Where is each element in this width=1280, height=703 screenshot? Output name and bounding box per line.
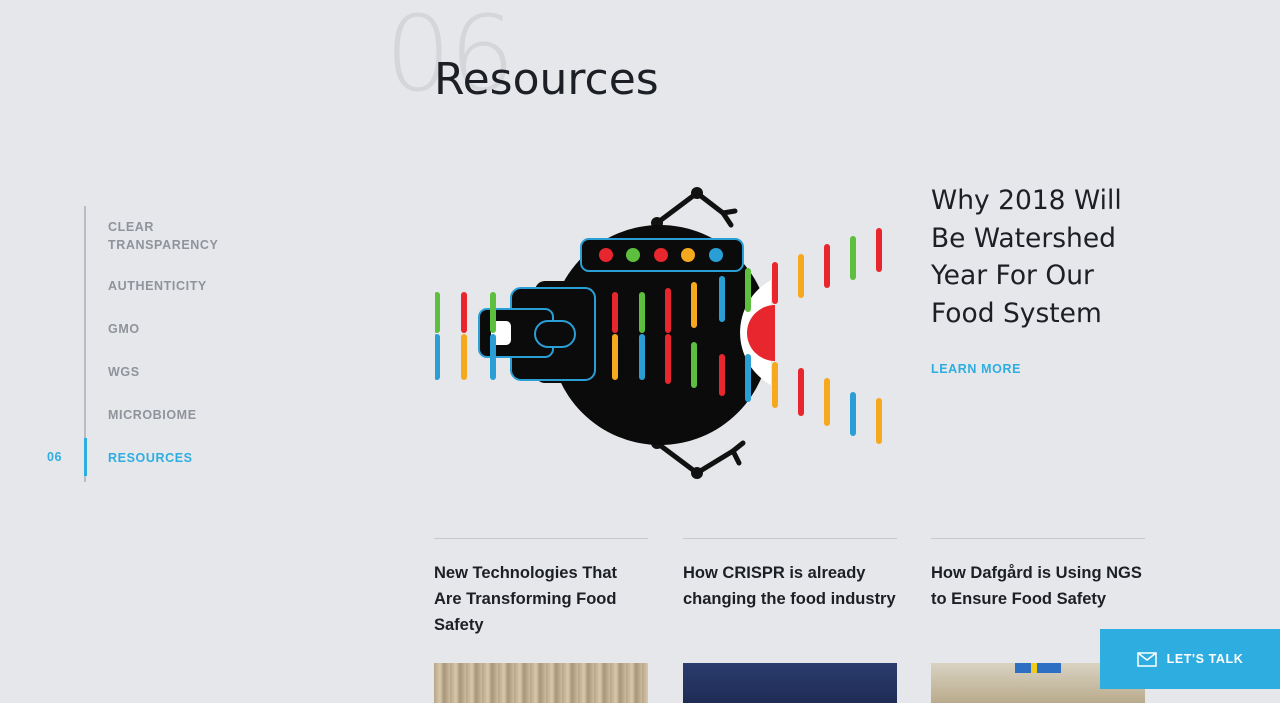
- nav-item-resources[interactable]: RESOURCES: [108, 449, 193, 467]
- nav-item-wgs[interactable]: WGS: [108, 363, 140, 381]
- nav-item-clear-transparency[interactable]: CLEAR TRANSPARENCY: [108, 218, 238, 254]
- lets-talk-label: LET'S TALK: [1166, 652, 1244, 666]
- lets-talk-button[interactable]: LET'S TALK: [1100, 629, 1280, 689]
- resource-card-title[interactable]: New Technologies That Are Transforming F…: [434, 560, 648, 638]
- hero-illustration-robot[interactable]: [435, 185, 897, 481]
- resource-card[interactable]: How CRISPR is already changing the food …: [683, 538, 897, 703]
- section-nav: CLEAR TRANSPARENCY AUTHENTICITY GMO WGS …: [84, 206, 306, 482]
- resource-card[interactable]: How Dafgård is Using NGS to Ensure Food …: [931, 538, 1145, 703]
- resource-card-title[interactable]: How CRISPR is already changing the food …: [683, 560, 897, 612]
- mail-icon: [1136, 651, 1157, 667]
- page-title: Resources: [434, 54, 659, 105]
- resource-card-title[interactable]: How Dafgård is Using NGS to Ensure Food …: [931, 560, 1145, 612]
- nav-item-authenticity[interactable]: AUTHENTICITY: [108, 277, 207, 295]
- resource-card-thumbnail[interactable]: [434, 663, 648, 703]
- resource-card[interactable]: New Technologies That Are Transforming F…: [434, 538, 648, 703]
- featured-article-title[interactable]: Why 2018 Will Be Watershed Year For Our …: [931, 182, 1161, 332]
- nav-item-microbiome[interactable]: MICROBIOME: [108, 406, 197, 424]
- active-indicator: [84, 438, 87, 476]
- resource-card-thumbnail[interactable]: [683, 663, 897, 703]
- nav-item-gmo[interactable]: GMO: [108, 320, 140, 338]
- learn-more-link[interactable]: LEARN MORE: [931, 362, 1021, 376]
- active-section-number: 06: [47, 450, 63, 464]
